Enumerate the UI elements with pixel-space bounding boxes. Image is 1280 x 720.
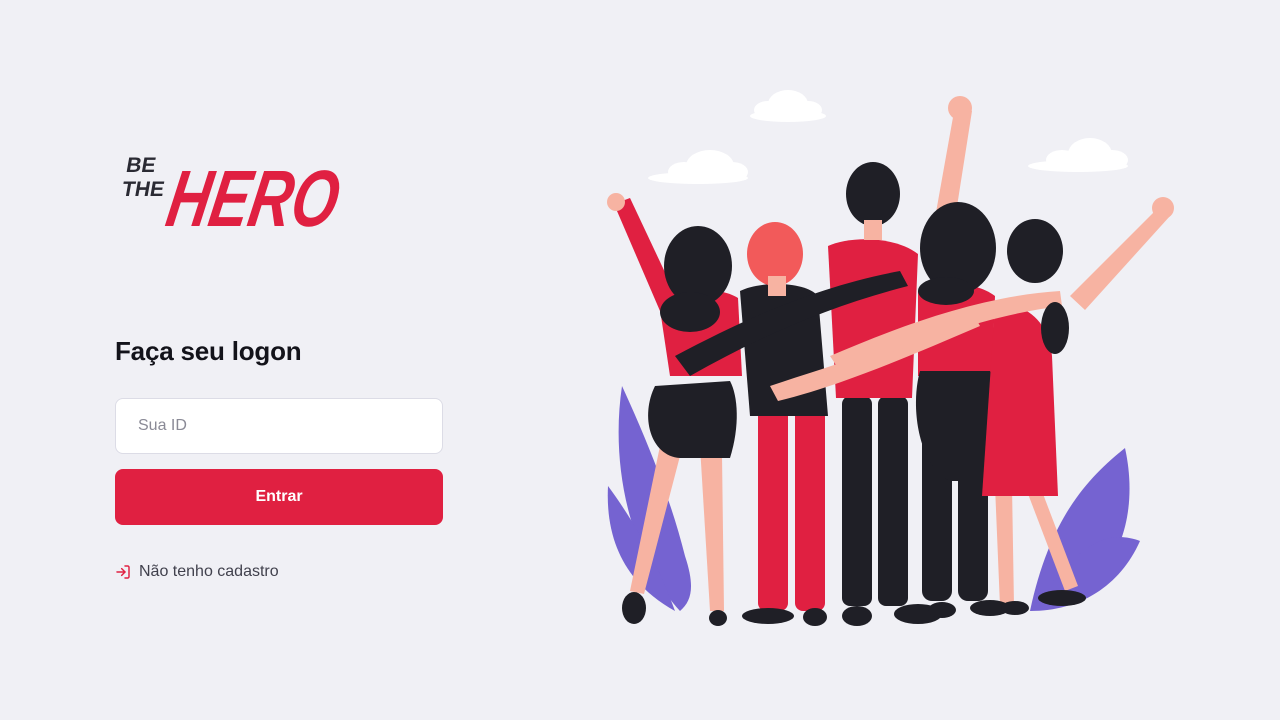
page-title: Faça seu logon <box>115 336 302 366</box>
register-link[interactable]: Não tenho cadastro <box>115 563 279 581</box>
logo-the: THE <box>120 178 166 201</box>
submit-button[interactable]: Entrar <box>115 469 443 525</box>
heroes-illustration <box>607 90 1174 626</box>
logon-form: Faça seu logon Entrar <box>115 334 443 525</box>
register-link-label: Não tenho cadastro <box>139 563 279 580</box>
be-the-hero-logo: BE THE HERO <box>120 154 347 238</box>
id-input[interactable] <box>115 398 443 454</box>
logo-hero: HERO <box>161 155 347 238</box>
logo-be: BE <box>124 154 157 177</box>
log-in-icon <box>115 564 131 580</box>
